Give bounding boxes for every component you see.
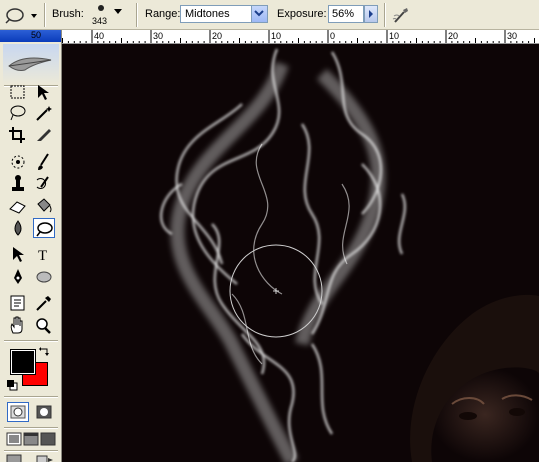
lasso-tool[interactable] (7, 103, 29, 123)
ruler-label: 10 (389, 31, 399, 41)
blur-icon (14, 220, 22, 236)
document-canvas[interactable] (62, 44, 539, 462)
svg-text:T: T (38, 248, 47, 264)
path-selection-tool[interactable] (7, 244, 29, 264)
quick-mask-button[interactable] (33, 402, 55, 422)
brush-size-value: 343 (92, 16, 108, 26)
zoom-tool[interactable] (33, 316, 55, 336)
exposure-input[interactable]: 56% (328, 5, 364, 23)
standard-mode-button[interactable] (7, 402, 29, 422)
notes-icon (10, 295, 25, 311)
ruler-label: 40 (94, 31, 104, 41)
slice-icon (37, 129, 51, 141)
standard-screen-mode-icon[interactable] (6, 432, 22, 446)
dodge-tool[interactable] (33, 218, 55, 238)
eraser-icon (9, 201, 26, 214)
ruler-label: 10 (271, 31, 281, 41)
marquee-icon (10, 85, 25, 99)
airbrush-toggle[interactable] (390, 4, 412, 26)
notes-tool[interactable] (7, 293, 29, 313)
ruler-label: 20 (448, 31, 458, 41)
separator (44, 3, 46, 27)
jump-arrow-icon[interactable] (36, 454, 54, 462)
ruler-label: 0 (330, 31, 335, 41)
crop-icon (9, 127, 25, 143)
range-select-value: Midtones (185, 8, 230, 20)
crop-tool[interactable] (7, 125, 29, 145)
brush-label: Brush: (52, 8, 84, 20)
blur-tool[interactable] (7, 218, 29, 238)
feather-logo[interactable] (3, 44, 59, 84)
eyedropper-tool[interactable] (33, 293, 55, 313)
slice-tool[interactable] (33, 125, 55, 145)
dodge-preset-icon (5, 8, 37, 24)
shape-tool[interactable] (33, 267, 55, 287)
hand-icon (10, 316, 23, 334)
standard-mode-icon (10, 405, 26, 419)
toolbox-divider (4, 450, 58, 452)
shape-icon (36, 271, 52, 283)
airbrush-icon (392, 8, 408, 23)
foreground-color-swatch[interactable] (10, 349, 36, 375)
range-label: Range: (145, 8, 181, 20)
magic-wand-icon (36, 106, 52, 121)
tool-preset-picker[interactable] (2, 4, 40, 26)
eyedropper-icon (36, 296, 51, 311)
exposure-slider-button[interactable] (364, 5, 378, 23)
toolbox-divider (4, 340, 58, 342)
toolbox: T (0, 30, 62, 462)
brush-dropdown-arrow-icon[interactable] (114, 9, 122, 15)
ruler-ticks: 40 30 20 10 0 10 20 30 (62, 30, 535, 43)
ruler-label: 20 (212, 31, 222, 41)
feather-icon (8, 57, 52, 71)
full-screen-menu-mode-icon[interactable] (23, 432, 39, 446)
paint-bucket-tool[interactable] (33, 196, 55, 216)
hand-tool[interactable] (7, 316, 29, 336)
paint-bucket-icon (37, 198, 52, 213)
brush-icon (38, 153, 49, 170)
path-selection-icon (13, 247, 24, 262)
imageready-jump-icon[interactable] (6, 454, 22, 462)
move-icon (38, 85, 49, 100)
pen-icon (14, 269, 22, 284)
dodge-icon (36, 222, 53, 237)
healing-brush-icon (11, 155, 25, 169)
move-tool[interactable] (33, 82, 55, 102)
history-brush-tool[interactable] (33, 174, 55, 194)
ruler-label: 30 (153, 31, 163, 41)
horizontal-ruler[interactable]: 40 30 20 10 0 10 20 30 (62, 30, 539, 44)
clone-stamp-tool[interactable] (7, 174, 29, 194)
brush-tool[interactable] (33, 152, 55, 172)
separator (136, 3, 138, 27)
lasso-icon (10, 105, 26, 121)
range-dropdown-button[interactable] (251, 6, 267, 22)
marquee-tool[interactable] (7, 82, 29, 102)
history-brush-icon (36, 176, 49, 189)
chevron-right-icon (369, 10, 373, 18)
options-bar: Brush: 343 Range: Midtones Exposure: 56% (0, 0, 539, 30)
full-screen-mode-icon[interactable] (40, 432, 56, 446)
default-colors-icon[interactable] (6, 379, 18, 391)
type-tool[interactable]: T (33, 244, 55, 264)
ruler-label: 50 (31, 30, 42, 40)
type-icon: T (38, 248, 47, 264)
quick-mask-icon (36, 405, 52, 419)
separator (384, 3, 386, 27)
zoom-icon (36, 318, 51, 334)
chevron-down-icon (254, 10, 264, 17)
clone-stamp-icon (12, 175, 24, 191)
eraser-tool[interactable] (7, 196, 29, 216)
exposure-label: Exposure: (277, 8, 327, 20)
pen-tool[interactable] (7, 267, 29, 287)
range-select[interactable]: Midtones (180, 5, 268, 23)
smoke-image (160, 48, 539, 462)
healing-brush-tool[interactable] (7, 152, 29, 172)
toolbox-divider (4, 427, 58, 429)
swap-colors-icon[interactable] (39, 346, 51, 358)
magic-wand-tool[interactable] (33, 103, 55, 123)
toolbox-divider (4, 396, 58, 398)
ruler-label: 30 (507, 31, 517, 41)
